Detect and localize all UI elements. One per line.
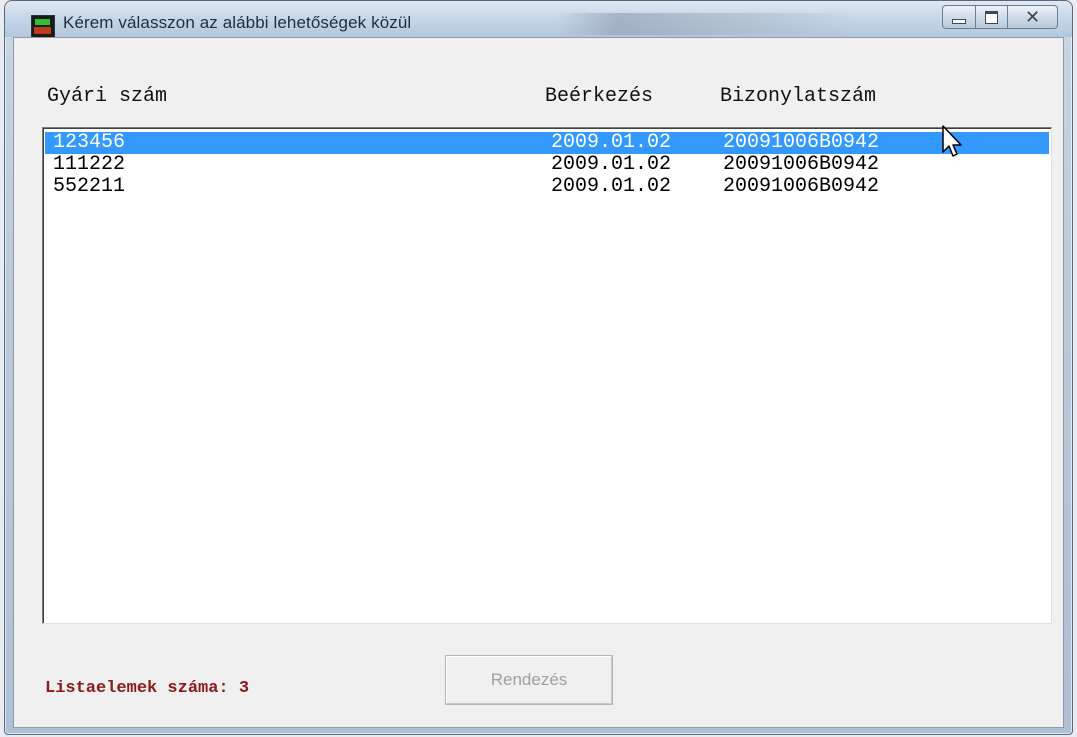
dialog-window: Kérem válasszon az alábbi lehetőségek kö…	[4, 0, 1073, 735]
list-item[interactable]: 552211 2009.01.02 20091006B0942	[45, 176, 1049, 198]
list-item[interactable]: 111222 2009.01.02 20091006B0942	[45, 154, 1049, 176]
column-header-serial[interactable]: Gyári szám	[47, 85, 167, 108]
cell-serial: 111222	[53, 153, 126, 176]
column-header-arrival[interactable]: Beérkezés	[545, 85, 653, 108]
close-icon: ✕	[1024, 6, 1041, 28]
cell-serial: 552211	[53, 175, 126, 198]
sort-button[interactable]: Rendezés	[445, 655, 613, 705]
close-button[interactable]: ✕	[1008, 5, 1058, 29]
minimize-icon	[952, 18, 966, 24]
window-title: Kérem válasszon az alábbi lehetőségek kö…	[63, 13, 412, 32]
mouse-cursor-icon	[942, 125, 962, 157]
minimize-button[interactable]	[942, 5, 976, 29]
app-icon[interactable]	[31, 15, 55, 39]
cell-arrival: 2009.01.02	[551, 131, 672, 154]
window-controls: ✕	[942, 5, 1058, 33]
cell-serial: 123456	[53, 131, 126, 154]
cell-document: 20091006B0942	[723, 153, 880, 176]
cell-document: 20091006B0942	[723, 175, 880, 198]
cell-document: 20091006B0942	[723, 131, 880, 154]
cell-arrival: 2009.01.02	[551, 153, 672, 176]
column-header-document[interactable]: Bizonylatszám	[720, 85, 876, 108]
list-item[interactable]: 123456 2009.01.02 20091006B0942	[45, 132, 1049, 154]
maximize-icon	[985, 10, 998, 24]
items-listbox[interactable]: 123456 2009.01.02 20091006B0942 111222 2…	[42, 127, 1052, 624]
title-blur	[557, 13, 857, 35]
maximize-button[interactable]	[976, 5, 1008, 29]
title-bar[interactable]: Kérem válasszon az alábbi lehetőségek kö…	[5, 1, 1072, 39]
item-count-label: Listaelemek száma: 3	[45, 679, 250, 698]
cell-arrival: 2009.01.02	[551, 175, 672, 198]
